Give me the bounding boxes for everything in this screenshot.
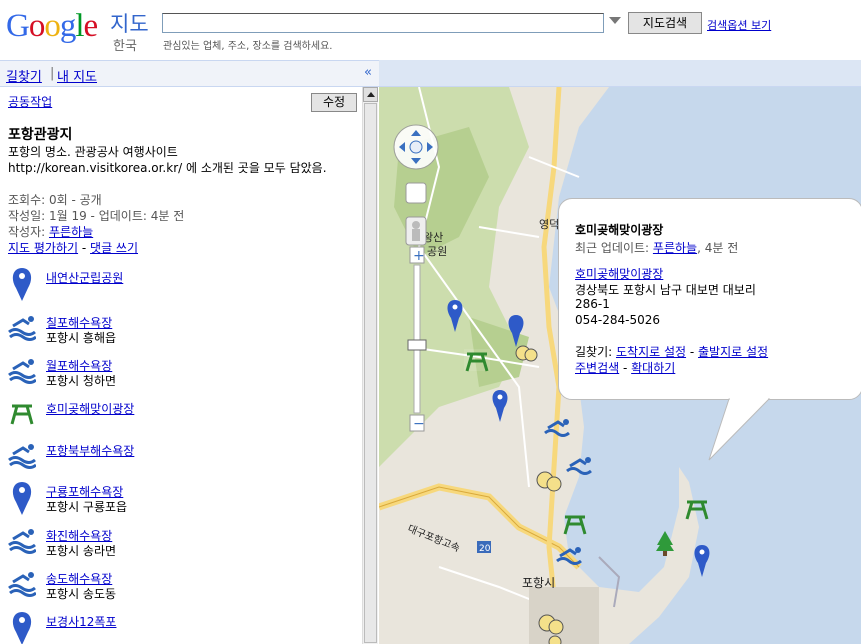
swimmer-icon[interactable] bbox=[8, 525, 37, 559]
map-top-strip bbox=[379, 60, 861, 87]
updated-suffix: , 4분 전 bbox=[697, 241, 739, 255]
search-options-link[interactable]: 검색옵션 보기 bbox=[707, 17, 771, 33]
map-theater-marker[interactable] bbox=[548, 635, 562, 644]
info-window-title: 호미곶해맞이광장 bbox=[575, 223, 664, 237]
set-origin-link[interactable]: 출발지로 설정 bbox=[698, 345, 768, 359]
place-name-link[interactable]: 보경사12폭포 bbox=[46, 613, 116, 630]
info-window-actions: 주변검색 - 확대하기 bbox=[575, 359, 675, 376]
set-destination-link[interactable]: 도착지로 설정 bbox=[616, 345, 686, 359]
actions-separator: - bbox=[619, 361, 632, 375]
blue-pin-icon[interactable] bbox=[8, 611, 36, 644]
map-label-park: 공원 bbox=[427, 245, 447, 258]
place-subtitle: 포항시 흥해읍 bbox=[46, 331, 117, 345]
header: Google 지도 한국 지도검색 검색옵션 보기 관심있는 업체, 주소, 장… bbox=[0, 0, 861, 60]
svg-text:−: − bbox=[413, 416, 425, 432]
place-subtitle: 포항시 송도동 bbox=[46, 587, 117, 601]
rate-map-link[interactable]: 지도 평가하기 bbox=[8, 241, 78, 255]
place-item[interactable]: 칠포해수욕장 포항시 흥해읍 bbox=[0, 312, 360, 352]
zoom-slider[interactable] bbox=[413, 264, 421, 414]
place-item[interactable]: 내연산군립공원 bbox=[0, 267, 360, 307]
info-window-address: 경상북도 포항시 남구 대보면 대보리 bbox=[575, 283, 756, 297]
author-link[interactable]: 푸른하늘 bbox=[49, 225, 93, 239]
info-window-phone: 054-284-5026 bbox=[575, 313, 661, 327]
collapse-panel-icon[interactable]: « bbox=[364, 65, 372, 80]
place-name-link[interactable]: 내연산군립공원 bbox=[46, 269, 123, 286]
place-item[interactable]: 월포해수욕장 포항시 청하면 bbox=[0, 355, 360, 395]
panel-scrollbar[interactable] bbox=[362, 87, 378, 644]
created-date: 작성일: 1월 19 - 업데이트: 4분 전 bbox=[8, 209, 185, 223]
info-window-directions: 길찾기: 도착지로 설정 - 출발지로 설정 bbox=[575, 343, 768, 360]
zoom-slider-handle[interactable] bbox=[407, 339, 427, 351]
toolbar-separator: | bbox=[50, 66, 55, 81]
directions-tab[interactable]: 길찾기 bbox=[6, 66, 42, 85]
directions-separator: - bbox=[686, 345, 699, 359]
swimmer-icon[interactable] bbox=[8, 440, 37, 474]
search-input[interactable] bbox=[162, 13, 604, 33]
map-picnic-marker[interactable] bbox=[464, 349, 490, 372]
region-label: 한국 bbox=[113, 39, 137, 54]
side-panel: 공동작업 수정 포항관광지 포항의 명소. 관광공사 여행사이트 http://… bbox=[0, 87, 362, 644]
map-label-pohang: 포항시 bbox=[522, 576, 555, 590]
scrollbar-thumb[interactable] bbox=[364, 103, 377, 643]
product-name: 지도 bbox=[110, 12, 149, 36]
search-nearby-link[interactable]: 주변검색 bbox=[575, 361, 619, 375]
map-description: 포항의 명소. 관광공사 여행사이트 http://korean.visitko… bbox=[8, 145, 327, 175]
place-subtitle: 포항시 청하면 bbox=[46, 374, 117, 388]
place-name-link[interactable]: 호미곶해맞이광장 bbox=[46, 400, 134, 417]
place-item[interactable]: 호미곶해맞이광장 bbox=[0, 398, 360, 438]
info-window-lot: 286-1 bbox=[575, 297, 610, 311]
left-toolbar: 길찾기 | 내 지도 « bbox=[0, 60, 379, 87]
collaborate-link[interactable]: 공동작업 bbox=[8, 93, 52, 110]
place-item[interactable]: 화진해수욕장 포항시 송라면 bbox=[0, 525, 360, 565]
info-window-place-link[interactable]: 호미곶해맞이광장 bbox=[575, 265, 663, 282]
updated-author-link[interactable]: 푸른하늘 bbox=[653, 241, 697, 255]
place-item[interactable]: 송도해수욕장 포항시 송도동 bbox=[0, 568, 360, 608]
google-logo[interactable]: Google bbox=[6, 6, 98, 46]
info-window: 호미곶해맞이광장 최근 업데이트: 푸른하늘, 4분 전 호미곶해맞이광장 경상… bbox=[558, 198, 861, 400]
rate-line: 지도 평가하기 - 댓글 쓰기 bbox=[8, 240, 138, 256]
search-history-dropdown-icon[interactable] bbox=[609, 17, 621, 24]
pan-hand-icon[interactable] bbox=[409, 140, 423, 154]
search-maps-button[interactable]: 지도검색 bbox=[628, 12, 702, 34]
route-number: 20 bbox=[479, 544, 491, 554]
swimmer-icon[interactable] bbox=[8, 355, 37, 389]
author-line: 작성자: 푸른하늘 bbox=[8, 224, 93, 240]
place-item[interactable]: 구룡포해수욕장 포항시 구룡포읍 bbox=[0, 481, 360, 521]
map-canvas[interactable]: 20 영덕군 왕산 공원 포항시 대구포항고속 + − 호미곶해맞이광장 최근 … bbox=[379, 60, 861, 644]
edit-button[interactable]: 수정 bbox=[311, 93, 357, 112]
place-name-link[interactable]: 포항북부해수욕장 bbox=[46, 442, 134, 459]
swimmer-icon[interactable] bbox=[8, 568, 37, 602]
swimmer-icon[interactable] bbox=[8, 312, 37, 346]
svg-text:+: + bbox=[413, 248, 425, 264]
author-prefix: 작성자: bbox=[8, 225, 49, 239]
blue-pin-icon[interactable] bbox=[8, 267, 36, 301]
place-item[interactable]: 포항북부해수욕장 bbox=[0, 440, 360, 480]
search-hint: 관심있는 업체, 주소, 장소를 검색하세요. bbox=[163, 41, 333, 52]
view-count: 조회수: 0회 - 공개 bbox=[8, 193, 102, 207]
rate-separator: - bbox=[78, 241, 91, 255]
street-view-home-icon[interactable] bbox=[405, 182, 427, 204]
updated-prefix: 최근 업데이트: bbox=[575, 241, 653, 255]
picnic-table-icon[interactable] bbox=[8, 398, 36, 432]
my-maps-tab[interactable]: 내 지도 bbox=[57, 66, 97, 85]
zoom-in-link[interactable]: 확대하기 bbox=[631, 361, 675, 375]
scroll-up-icon[interactable] bbox=[363, 87, 378, 102]
place-subtitle: 포항시 구룡포읍 bbox=[46, 500, 128, 514]
write-comment-link[interactable]: 댓글 쓰기 bbox=[90, 241, 138, 255]
blue-pin-icon[interactable] bbox=[8, 481, 36, 515]
place-item[interactable]: 보경사12폭포 bbox=[0, 611, 360, 644]
map-title: 포항관광지 bbox=[8, 127, 73, 143]
directions-prefix: 길찾기: bbox=[575, 345, 616, 359]
place-subtitle: 포항시 송라면 bbox=[46, 544, 117, 558]
info-window-updated: 최근 업데이트: 푸른하늘, 4분 전 bbox=[575, 239, 738, 256]
